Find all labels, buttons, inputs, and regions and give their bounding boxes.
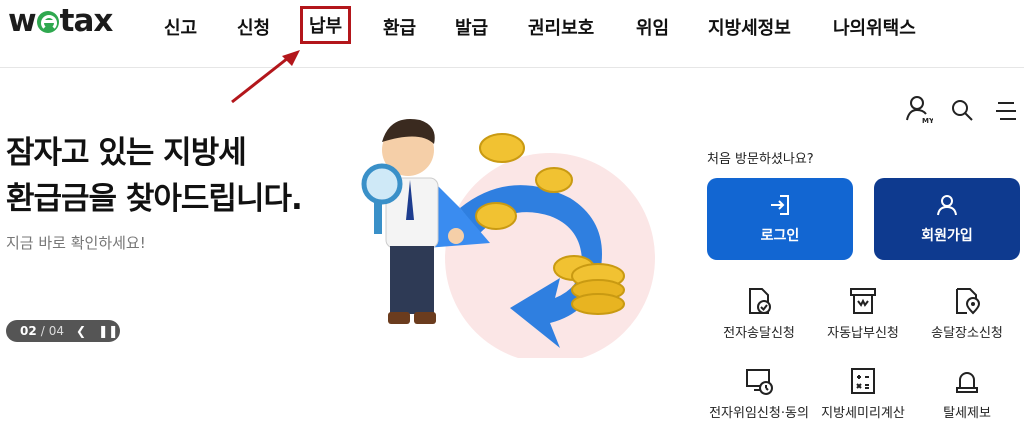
nav-item-refund[interactable]: 환급 (383, 14, 416, 40)
calculator-icon (851, 368, 875, 394)
quick-link-auto-pay[interactable]: 자동납부신청 (808, 286, 918, 344)
join-label: 회원가입 (921, 228, 973, 244)
nav-item-local-tax-info[interactable]: 지방세정보 (708, 14, 791, 40)
nav-item-rights[interactable]: 권리보호 (528, 14, 594, 40)
alarm-light-icon (956, 372, 978, 393)
annotation-arrow (231, 50, 300, 104)
hero-title-line1: 잠자고 있는 지방세 (6, 135, 247, 171)
nav-item-apply[interactable]: 신청 (237, 14, 270, 40)
login-label: 로그인 (760, 228, 800, 244)
pager-total: 04 (48, 324, 65, 338)
join-button[interactable]: 회원가입 (874, 178, 1020, 260)
login-icon (771, 195, 789, 215)
menu-icon[interactable] (994, 100, 1018, 122)
quick-link-label: 송달장소신청 (931, 326, 1003, 341)
hero-title-line2: 환급금을 찾아드립니다. (6, 181, 303, 217)
nav-item-report[interactable]: 신고 (164, 14, 197, 40)
next-slide-icon[interactable]: ❯ (130, 324, 140, 338)
quick-link-label: 전자송달신청 (723, 326, 795, 341)
wetax-logo[interactable]: w tax (8, 3, 113, 39)
auto-pay-icon (850, 288, 876, 314)
pause-icon[interactable]: ❚❚ (98, 324, 118, 338)
first-visit-text: 처음 방문하셨나요? (707, 152, 814, 167)
nav-item-issue[interactable]: 발급 (455, 14, 488, 40)
document-check-icon (749, 288, 771, 314)
hero-illustration (361, 118, 655, 358)
hero-subtitle: 지금 바로 확인하세요! (6, 234, 146, 252)
user-my-icon[interactable]: MY (905, 94, 933, 124)
pager-current: 02 (20, 324, 37, 338)
hero-title: 잠자고 있는 지방세 환급금을 찾아드립니다. (6, 130, 303, 222)
top-header: w tax 신고 신청 납부 환급 발급 권리보호 위임 지방세정보 나의위택스 (0, 0, 1024, 68)
pager-separator: / (40, 324, 45, 338)
quick-link-tax-evasion-report[interactable]: 탈세제보 (912, 366, 1022, 424)
quick-link-label: 지방세미리계산 (821, 406, 905, 421)
nav-item-payment[interactable]: 납부 (300, 6, 352, 44)
prev-slide-icon[interactable]: ❮ (76, 324, 86, 338)
quick-link-tax-calculator[interactable]: 지방세미리계산 (808, 366, 918, 424)
quick-link-label: 자동납부신청 (827, 326, 899, 341)
login-button[interactable]: 로그인 (707, 178, 853, 260)
slide-pager: 02 / 04 ❮ ❚❚ ❯ (6, 320, 140, 342)
quick-link-label: 전자위임신청·동의 (709, 406, 809, 421)
nav-item-my-wetax[interactable]: 나의위택스 (833, 14, 916, 40)
quick-link-e-delivery[interactable]: 전자송달신청 (704, 286, 814, 344)
monitor-delegate-icon (746, 369, 773, 395)
quick-link-delivery-address[interactable]: 송달장소신청 (912, 286, 1022, 344)
logo-e-mark (36, 11, 59, 33)
location-doc-icon (956, 288, 981, 315)
quick-link-e-delegation[interactable]: 전자위임신청·동의 (704, 366, 814, 424)
quick-link-label: 탈세제보 (943, 406, 991, 421)
nav-item-delegate[interactable]: 위임 (636, 14, 669, 40)
person-icon (937, 195, 957, 216)
my-label: MY (922, 117, 933, 124)
search-icon[interactable] (950, 98, 974, 122)
